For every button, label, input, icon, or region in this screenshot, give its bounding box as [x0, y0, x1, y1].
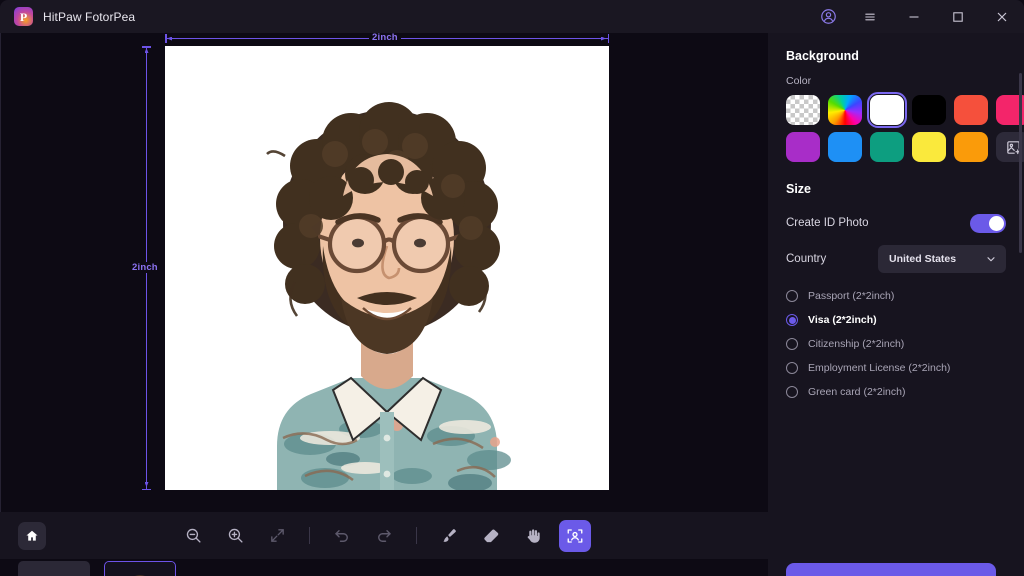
- panel-footer: [768, 512, 1024, 576]
- zoom-out-icon[interactable]: [177, 520, 209, 552]
- radio-indicator: [786, 386, 798, 398]
- radio-label: Green card (2*2inch): [808, 386, 906, 398]
- dimension-cap-bottom: [142, 488, 151, 490]
- dimension-cap-right: [607, 34, 609, 43]
- account-avatar-icon[interactable]: [808, 0, 848, 33]
- radio-indicator: [786, 314, 798, 326]
- color-swatches: [786, 91, 1024, 162]
- hand-icon[interactable]: [517, 520, 549, 552]
- toggle-knob: [989, 215, 1004, 231]
- minimize-button[interactable]: [892, 0, 936, 33]
- photo-canvas[interactable]: [165, 46, 609, 490]
- tool-buttons: [0, 519, 768, 552]
- country-dropdown[interactable]: United States: [878, 245, 1006, 273]
- radio-option-employment-license[interactable]: Employment License (2*2inch): [786, 356, 1006, 380]
- app-title: HitPaw FotorPea: [43, 9, 136, 24]
- title-bar: P HitPaw FotorPea: [0, 0, 1024, 33]
- thumbnail-portrait-image: [106, 562, 174, 576]
- create-id-photo-toggle[interactable]: [970, 213, 1006, 233]
- close-button[interactable]: [980, 0, 1024, 33]
- zoom-in-icon[interactable]: [219, 520, 251, 552]
- dimension-cap-top: [142, 46, 151, 48]
- dimension-cap-left: [165, 34, 167, 43]
- swatch-custom-color-picker[interactable]: [828, 95, 862, 125]
- swatch-orange[interactable]: [954, 132, 988, 162]
- swatch-teal[interactable]: [870, 132, 904, 162]
- fit-screen-icon[interactable]: [261, 520, 293, 552]
- swatch-blue[interactable]: [828, 132, 862, 162]
- toolbar-divider-2: [416, 527, 417, 544]
- radio-option-visa[interactable]: Visa (2*2inch): [786, 308, 1006, 332]
- hamburger-menu-icon[interactable]: [848, 0, 892, 33]
- radio-label: Employment License (2*2inch): [808, 362, 951, 374]
- thumbnail-strip: [0, 559, 768, 576]
- country-label: Country: [786, 253, 827, 265]
- app-logo-letter: P: [19, 9, 28, 24]
- create-id-photo-label: Create ID Photo: [786, 217, 869, 229]
- eraser-icon[interactable]: [475, 520, 507, 552]
- radio-label: Passport (2*2inch): [808, 290, 895, 302]
- id-photo-type-options: Passport (2*2inch) Visa (2*2inch) Citize…: [786, 284, 1006, 404]
- maximize-button[interactable]: [936, 0, 980, 33]
- swatch-black[interactable]: [912, 95, 946, 125]
- radio-option-passport[interactable]: Passport (2*2inch): [786, 284, 1006, 308]
- toolbar-divider: [309, 527, 310, 544]
- bottom-toolbar: [0, 512, 768, 559]
- radio-indicator: [786, 362, 798, 374]
- panel-scrollbar[interactable]: [1019, 73, 1022, 253]
- primary-action-button[interactable]: [786, 563, 996, 576]
- app-window: P HitPaw FotorPea 2inch 2inch Background…: [0, 0, 1024, 576]
- radio-indicator: [786, 290, 798, 302]
- color-label: Color: [786, 75, 812, 87]
- app-logo-icon: P: [14, 7, 33, 26]
- country-row: Country United States: [786, 244, 1006, 274]
- list-item[interactable]: [104, 561, 176, 576]
- swatch-red[interactable]: [954, 95, 988, 125]
- radio-option-green-card[interactable]: Green card (2*2inch): [786, 380, 1006, 404]
- radio-label: Visa (2*2inch): [808, 314, 877, 326]
- swatch-transparent[interactable]: [786, 95, 820, 125]
- brush-icon[interactable]: [433, 520, 465, 552]
- swatch-purple[interactable]: [786, 132, 820, 162]
- list-item[interactable]: [18, 561, 90, 576]
- radio-option-citizenship[interactable]: Citizenship (2*2inch): [786, 332, 1006, 356]
- country-value: United States: [889, 253, 957, 265]
- undo-icon[interactable]: [326, 520, 358, 552]
- dimension-label-height: 2inch: [129, 262, 161, 273]
- redo-icon[interactable]: [368, 520, 400, 552]
- background-section-title: Background: [786, 49, 859, 63]
- canvas-area[interactable]: 2inch 2inch: [0, 33, 768, 512]
- swatch-white[interactable]: [866, 91, 908, 129]
- window-controls: [808, 0, 1024, 33]
- swatch-yellow[interactable]: [912, 132, 946, 162]
- size-section-title: Size: [786, 182, 812, 196]
- radio-label: Citizenship (2*2inch): [808, 338, 905, 350]
- portrait-image: [165, 46, 609, 490]
- right-panel: Background Color Size Create ID Photo Co…: [768, 33, 1024, 512]
- create-id-photo-row: Create ID Photo: [786, 208, 1006, 238]
- chevron-down-icon: [985, 253, 997, 265]
- id-photo-icon[interactable]: [559, 519, 591, 552]
- radio-indicator: [786, 338, 798, 350]
- dimension-label-width: 2inch: [369, 33, 401, 43]
